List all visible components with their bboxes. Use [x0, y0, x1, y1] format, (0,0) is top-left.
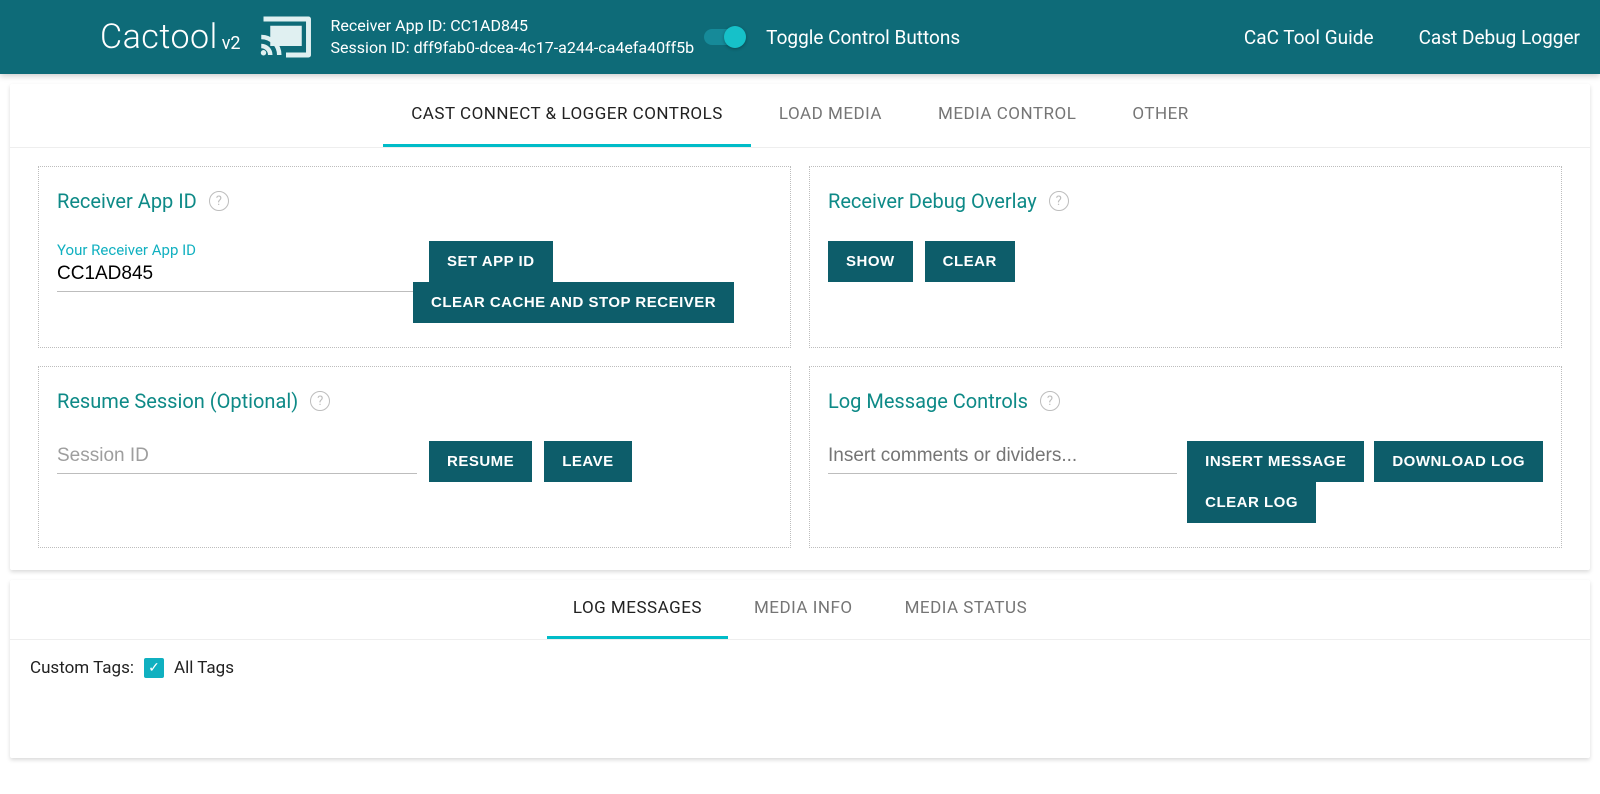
session-id-label: Session ID: [331, 38, 410, 57]
toggle-knob [724, 26, 746, 48]
help-icon[interactable]: ? [310, 391, 330, 411]
all-tags-label: All Tags [174, 658, 234, 678]
card-title: Receiver Debug Overlay [828, 189, 1037, 213]
receiver-app-id-label: Receiver App ID: [331, 16, 447, 35]
card-receiver-app-id: Receiver App ID ? Your Receiver App ID S… [38, 166, 791, 348]
cast-debug-logger-link[interactable]: Cast Debug Logger [1419, 26, 1580, 49]
card-log-controls: Log Message Controls ? INSERT MESSAGE CL… [809, 366, 1562, 548]
toggle-label: Toggle Control Buttons [766, 26, 960, 49]
cac-tool-guide-link[interactable]: CaC Tool Guide [1244, 26, 1374, 49]
help-icon[interactable]: ? [1040, 391, 1060, 411]
download-log-button[interactable]: DOWNLOAD LOG [1374, 441, 1543, 482]
tab-other[interactable]: OTHER [1104, 84, 1216, 147]
app-version: v2 [222, 33, 241, 54]
tab-media-control[interactable]: MEDIA CONTROL [910, 84, 1104, 147]
controls-panel: CAST CONNECT & LOGGER CONTROLS LOAD MEDI… [10, 84, 1590, 570]
help-icon[interactable]: ? [209, 191, 229, 211]
toggle-switch[interactable] [704, 29, 744, 45]
tab-cast-connect[interactable]: CAST CONNECT & LOGGER CONTROLS [383, 84, 751, 147]
resume-button[interactable]: RESUME [429, 441, 532, 482]
custom-tags-row: Custom Tags: ✓ All Tags [10, 640, 1590, 758]
insert-message-button[interactable]: INSERT MESSAGE [1187, 441, 1364, 482]
tab-media-info[interactable]: MEDIA INFO [728, 580, 879, 639]
set-app-id-button[interactable]: SET APP ID [429, 241, 553, 282]
clear-log-button[interactable]: CLEAR LOG [1187, 482, 1316, 523]
tab-load-media[interactable]: LOAD MEDIA [751, 84, 910, 147]
tab-media-status[interactable]: MEDIA STATUS [879, 580, 1054, 639]
log-tabs: LOG MESSAGES MEDIA INFO MEDIA STATUS [10, 580, 1590, 640]
card-debug-overlay: Receiver Debug Overlay ? SHOW CLEAR [809, 166, 1562, 348]
card-title: Receiver App ID [57, 189, 197, 213]
card-title: Log Message Controls [828, 389, 1028, 413]
tab-log-messages[interactable]: LOG MESSAGES [547, 580, 728, 639]
card-title: Resume Session (Optional) [57, 389, 298, 413]
show-overlay-button[interactable]: SHOW [828, 241, 913, 282]
log-panel: LOG MESSAGES MEDIA INFO MEDIA STATUS Cus… [10, 580, 1590, 758]
leave-button[interactable]: LEAVE [544, 441, 631, 482]
field-label: Your Receiver App ID [57, 241, 417, 259]
receiver-app-id-value: CC1AD845 [450, 16, 528, 35]
clear-overlay-button[interactable]: CLEAR [925, 241, 1015, 282]
help-icon[interactable]: ? [1049, 191, 1069, 211]
custom-tags-label: Custom Tags: [30, 658, 134, 678]
session-id-input[interactable] [57, 441, 417, 474]
cast-icon[interactable] [259, 16, 313, 58]
toggle-control-buttons: Toggle Control Buttons [704, 26, 960, 49]
app-title: Cactool [100, 17, 218, 57]
card-resume-session: Resume Session (Optional) ? RESUME LEAVE [38, 366, 791, 548]
session-id-value: dff9fab0-dcea-4c17-a244-ca4efa40ff5b [414, 38, 695, 57]
log-message-input[interactable] [828, 441, 1177, 474]
header-session-info: Receiver App ID: CC1AD845 Session ID: df… [331, 15, 695, 60]
main-tabs: CAST CONNECT & LOGGER CONTROLS LOAD MEDI… [10, 84, 1590, 148]
receiver-app-id-input[interactable] [57, 259, 417, 292]
app-header: Cactool v2 Receiver App ID: CC1AD845 Ses… [0, 0, 1600, 74]
all-tags-checkbox[interactable]: ✓ [144, 658, 164, 678]
clear-cache-button[interactable]: CLEAR CACHE AND STOP RECEIVER [413, 282, 734, 323]
